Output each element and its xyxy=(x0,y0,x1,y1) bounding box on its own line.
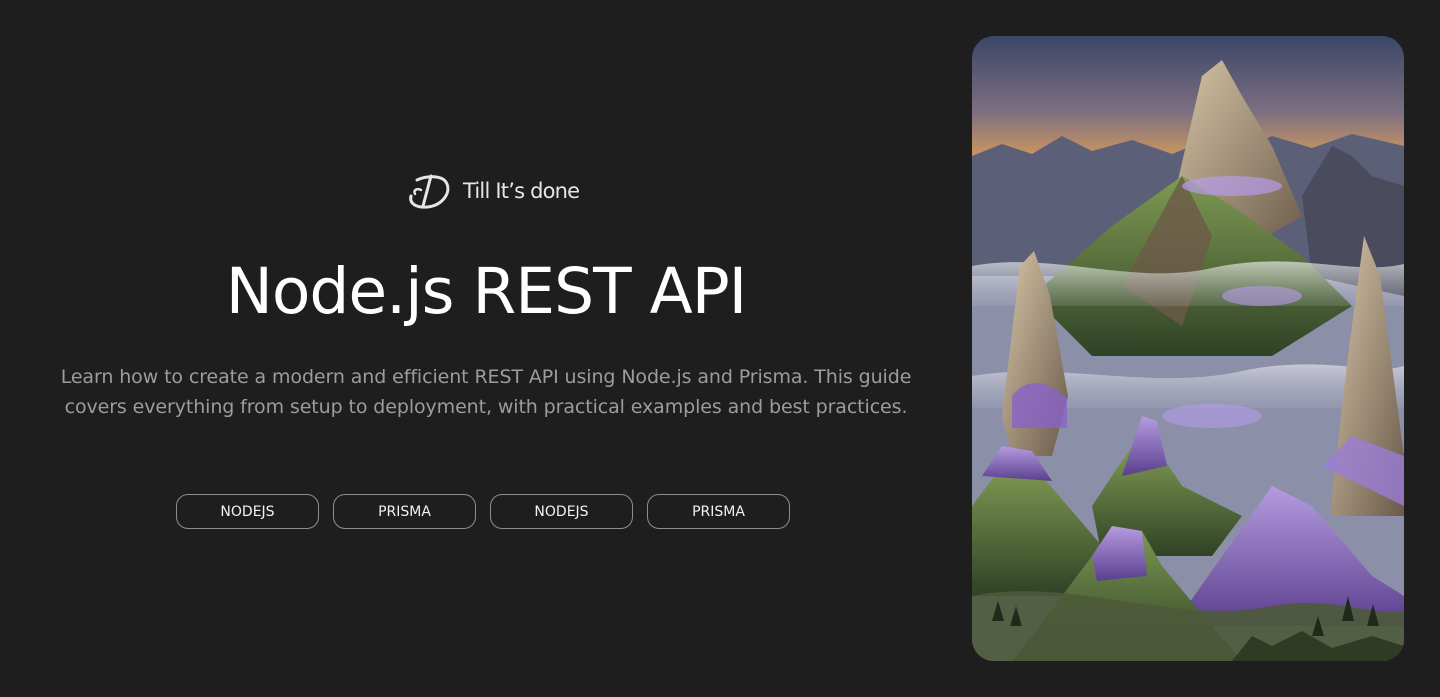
brand-name: Till It’s done xyxy=(463,179,580,203)
tag-button-nodejs[interactable]: NODEJS xyxy=(176,494,319,529)
td-monogram-icon xyxy=(405,170,453,212)
tag-button-nodejs[interactable]: NODEJS xyxy=(490,494,633,529)
page-title: Node.js REST API xyxy=(225,255,748,328)
tag-button-prisma[interactable]: PRISMA xyxy=(647,494,790,529)
tag-button-prisma[interactable]: PRISMA xyxy=(333,494,476,529)
page: Till It’s done Node.js REST API Learn ho… xyxy=(0,0,1440,697)
brand[interactable]: Till It’s done xyxy=(405,170,580,212)
hero-image xyxy=(972,36,1404,661)
hero-content: Till It’s done Node.js REST API Learn ho… xyxy=(0,0,972,697)
page-description: Learn how to create a modern and efficie… xyxy=(60,366,912,418)
mountain-landscape-illustration xyxy=(972,36,1404,661)
tag-list: NODEJS PRISMA NODEJS PRISMA xyxy=(176,494,790,529)
